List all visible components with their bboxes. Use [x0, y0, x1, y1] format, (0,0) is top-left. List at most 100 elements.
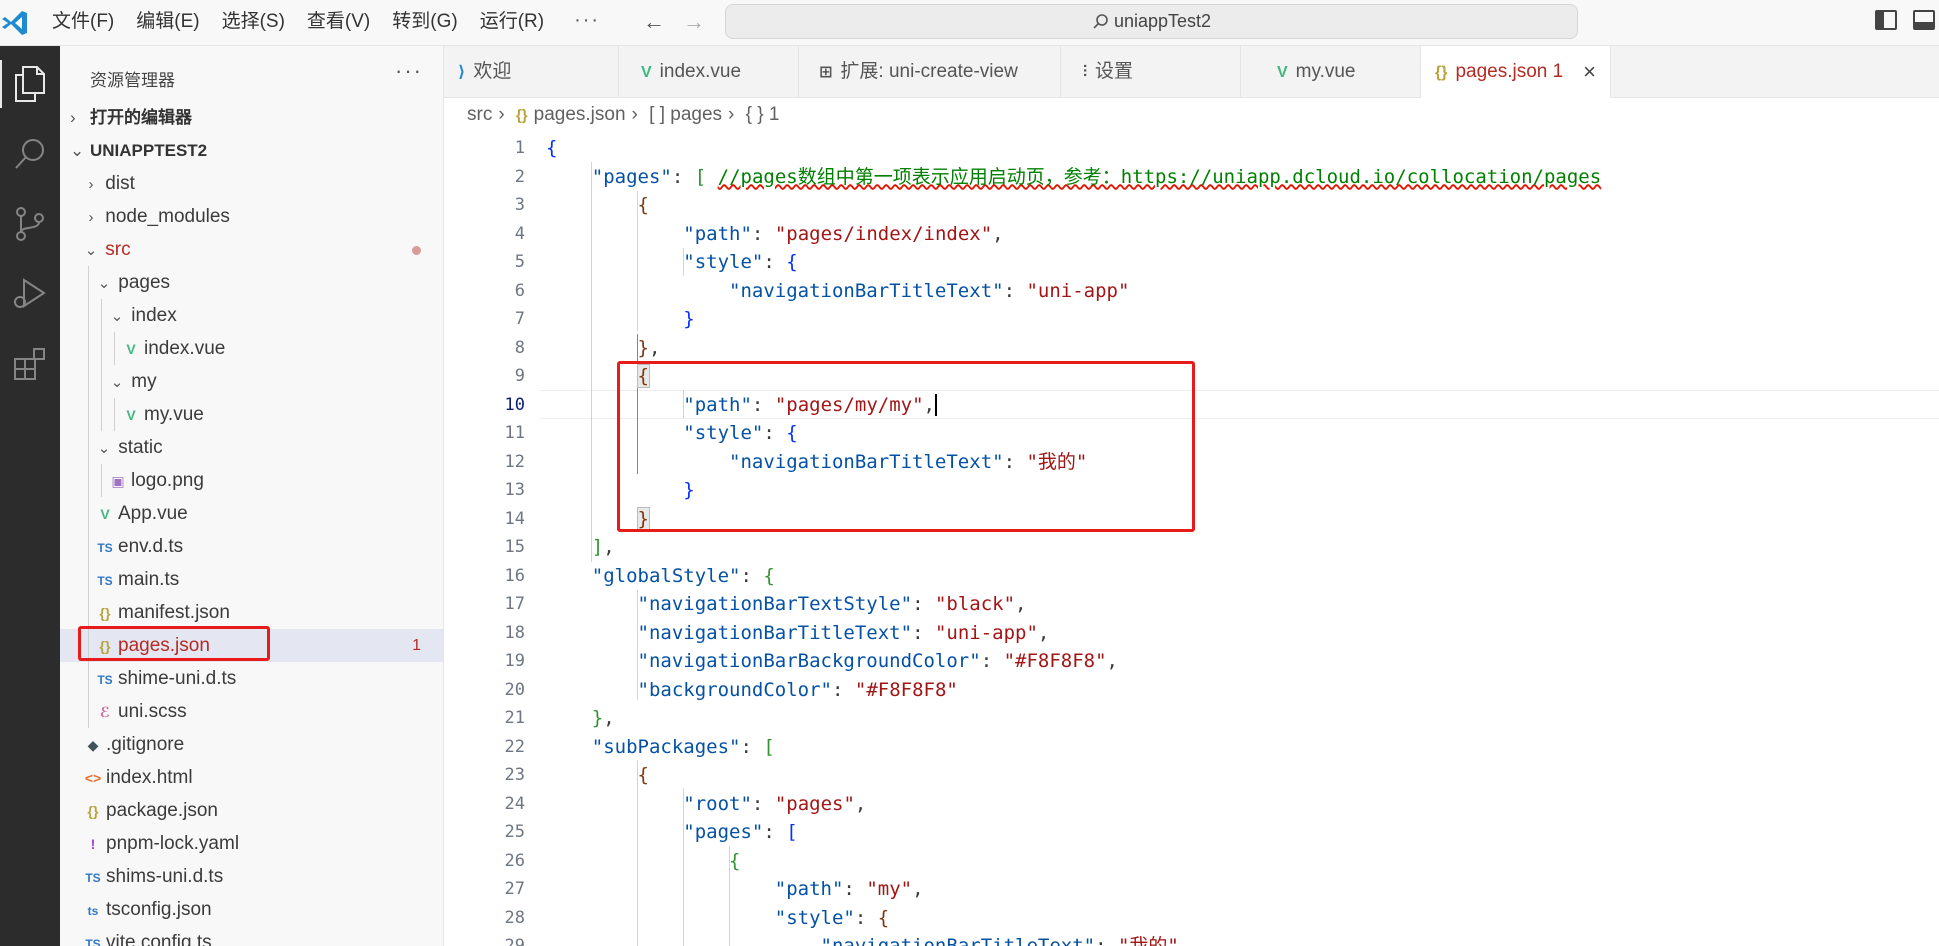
- tree-item-my-folder[interactable]: ⌄ my: [60, 365, 443, 398]
- code-line: },: [637, 336, 661, 359]
- command-center-search[interactable]: uniappTest2: [725, 4, 1578, 39]
- chevron-down-icon: ⌄: [97, 440, 111, 457]
- tree-item-node-modules[interactable]: › node_modules: [60, 200, 443, 233]
- tab-welcome[interactable]: ⟩ 欢迎: [444, 46, 619, 98]
- line-number: 17: [504, 594, 525, 614]
- tree-item-my-vue[interactable]: Vmy.vue: [60, 398, 443, 431]
- tab-settings[interactable]: ⫶ 设置: [1061, 46, 1241, 98]
- tab-index-vue[interactable]: Vindex.vue: [619, 46, 799, 98]
- breadcrumb-src[interactable]: src: [467, 104, 492, 125]
- line-number: 16: [504, 565, 525, 586]
- chevron-down-icon: ⌄: [110, 374, 124, 391]
- tree-item-label: logo.png: [131, 470, 204, 491]
- activity-bar: [0, 46, 60, 946]
- line-number: 27: [504, 879, 525, 899]
- tree-item-index-folder[interactable]: ⌄ index: [60, 299, 443, 332]
- line-number: 8: [514, 337, 525, 358]
- chevron-right-icon: ›: [70, 108, 76, 127]
- menu-edit[interactable]: 编辑(E): [136, 10, 199, 34]
- vue-icon: V: [126, 407, 136, 423]
- code-line: "style": {: [683, 251, 798, 273]
- tab-label: my.vue: [1295, 61, 1356, 82]
- tree-item-index-html[interactable]: <> index.html: [60, 761, 443, 794]
- project-label: UNIAPPTEST2: [90, 141, 208, 160]
- open-editors-label: 打开的编辑器: [90, 108, 192, 127]
- tab-pages-json[interactable]: {} pages.json 1 ×: [1421, 46, 1611, 98]
- toggle-primary-sidebar-icon[interactable]: [1875, 10, 1897, 30]
- open-editors-section[interactable]: › 打开的编辑器: [60, 101, 443, 134]
- tree-item-tsconfig-json[interactable]: ts tsconfig.json: [60, 893, 443, 926]
- vue-icon: V: [100, 506, 110, 522]
- extensions-icon[interactable]: [0, 334, 60, 394]
- line-number: 25: [504, 822, 525, 842]
- tree-item-uni-scss[interactable]: ℰuni.scss: [60, 695, 443, 728]
- breadcrumb-pages-json[interactable]: pages.json: [534, 104, 626, 125]
- tree-item-label: src: [105, 239, 131, 260]
- tree-item-logo-png[interactable]: ▣ logo.png: [60, 464, 443, 497]
- menu-go[interactable]: 转到(G): [392, 10, 457, 34]
- tree-item-app-vue[interactable]: V App.vue: [60, 497, 443, 530]
- yaml-icon: !: [90, 836, 96, 852]
- line-number: 12: [504, 451, 525, 472]
- breadcrumb: src › {} pages.json › [ ] pages › { } 1: [467, 104, 780, 125]
- search-icon[interactable]: [0, 124, 60, 184]
- tree-item-label: pages: [118, 272, 171, 293]
- file-tree: › dist › node_modules ⌄ src ⌄ pages ⌄ in…: [60, 167, 443, 946]
- tree-item-package-json[interactable]: {} package.json: [60, 794, 443, 827]
- menu-selection[interactable]: 选择(S): [222, 10, 285, 34]
- tree-item-pnpm-lock-yaml[interactable]: ! pnpm-lock.yaml: [60, 827, 443, 860]
- tsconfig-icon: ts: [87, 904, 99, 918]
- tab-label: 设置: [1095, 61, 1134, 82]
- tree-item-static[interactable]: ⌄ static: [60, 431, 443, 464]
- tab-my-vue[interactable]: Vmy.vue: [1241, 46, 1421, 98]
- tree-item-src[interactable]: ⌄ src: [60, 233, 443, 266]
- menu-view[interactable]: 查看(V): [307, 10, 370, 34]
- tab-label: index.vue: [659, 61, 742, 82]
- code-editor[interactable]: 1 2 3 4 5 6 7 8 9 10 11 12 13 14 15 16 1…: [444, 134, 1939, 946]
- line-number: 2: [514, 166, 525, 187]
- tree-item-vite-config-ts[interactable]: TS vite.config.ts: [60, 926, 443, 946]
- tree-item-label: manifest.json: [118, 602, 230, 623]
- tree-item-pages[interactable]: ⌄ pages: [60, 266, 443, 299]
- tree-item-shime-uni-d-ts[interactable]: TS shime-uni.d.ts: [60, 662, 443, 695]
- toggle-panel-icon[interactable]: [1913, 10, 1935, 30]
- tree-item-shims-uni-d-ts[interactable]: TS shims-uni.d.ts: [60, 860, 443, 893]
- back-arrow-icon[interactable]: ←: [643, 10, 665, 34]
- vue-icon: V: [126, 341, 136, 357]
- tree-item-index-vue[interactable]: Vindex.vue: [60, 332, 443, 365]
- tree-item-label: shims-uni.d.ts: [106, 866, 224, 887]
- breadcrumb-pages-array[interactable]: [ ] pages: [649, 104, 722, 125]
- explorer-title: 资源管理器: [90, 71, 175, 90]
- line-number: 24: [504, 793, 525, 814]
- code-line: "navigationBarTitleText": "uni-app": [729, 279, 1130, 302]
- tree-item-env-d-ts[interactable]: TS env.d.ts: [60, 530, 443, 563]
- menu-run[interactable]: 运行(R): [480, 10, 544, 34]
- code-line: "subPackages": [: [591, 735, 775, 758]
- git-icon: ◆: [87, 737, 99, 753]
- explorer-more-button[interactable]: ···: [395, 58, 423, 84]
- tree-item-label: my.vue: [144, 404, 204, 425]
- chevron-down-icon: ⌄: [97, 275, 111, 292]
- source-control-icon[interactable]: [0, 194, 60, 254]
- tree-item-manifest-json[interactable]: {} manifest.json: [60, 596, 443, 629]
- close-icon[interactable]: ×: [1583, 46, 1596, 98]
- code-line: {: [546, 137, 558, 159]
- run-debug-icon[interactable]: [0, 264, 60, 324]
- vscode-logo-icon: [2, 11, 27, 35]
- tree-item-main-ts[interactable]: TS main.ts: [60, 563, 443, 596]
- breadcrumb-object-1[interactable]: { } 1: [746, 104, 780, 125]
- tab-extension-uni-create-view[interactable]: ⊞ 扩展: uni-create-view: [799, 46, 1061, 98]
- forward-arrow-icon[interactable]: →: [683, 10, 705, 34]
- code-line: "pages": [: [683, 821, 798, 843]
- ts-icon: TS: [97, 541, 113, 555]
- line-number-current: 10: [504, 394, 525, 415]
- project-section[interactable]: ⌄ UNIAPPTEST2: [60, 134, 443, 167]
- line-number: 23: [504, 765, 525, 785]
- explorer-sidebar: 资源管理器 ··· › 打开的编辑器 ⌄ UNIAPPTEST2 › dist › …: [60, 46, 444, 946]
- tree-item-dist[interactable]: › dist: [60, 167, 443, 200]
- explorer-icon[interactable]: [0, 54, 60, 114]
- modified-dot-icon: [412, 246, 421, 255]
- menu-file[interactable]: 文件(F): [52, 10, 114, 34]
- menu-more-button[interactable]: ···: [574, 10, 600, 34]
- tree-item-gitignore[interactable]: ◆ .gitignore: [60, 728, 443, 761]
